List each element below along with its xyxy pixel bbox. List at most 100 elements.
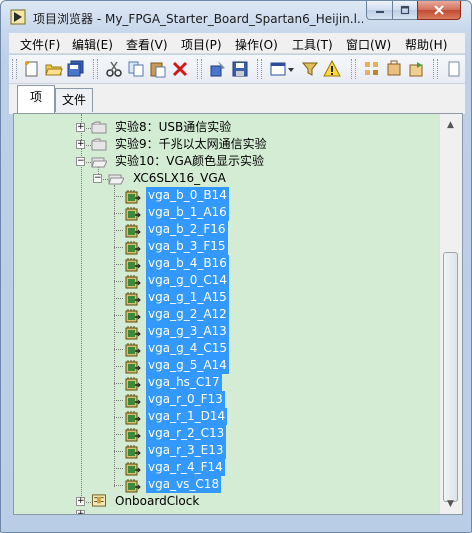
menu-tools[interactable]: 工具(T) bbox=[292, 36, 333, 53]
clock-icon bbox=[92, 494, 106, 507]
toolbar-grip[interactable] bbox=[351, 59, 356, 79]
tree-item-pin[interactable]: vga_g_0_C14 bbox=[114, 272, 254, 289]
warning-icon[interactable] bbox=[323, 60, 341, 78]
project-tree[interactable]: + 实验8：USB通信实验 + 实验9：千兆以太网通信实验 − 实验10：VGA… bbox=[14, 114, 439, 514]
tree-item-pin[interactable]: vga_vs_C18 bbox=[114, 476, 254, 493]
collapse-minus-icon[interactable]: − bbox=[76, 157, 85, 166]
fpga-io-pin-icon bbox=[125, 377, 141, 391]
tree-item-pin[interactable]: vga_g_3_A13 bbox=[114, 323, 254, 340]
scroll-down-arrow-icon[interactable]: ▼ bbox=[442, 495, 459, 512]
tree-item-label: 实验10：VGA颜色显示实验 bbox=[115, 154, 264, 168]
tree-item-onboard-clock[interactable]: + OnboardClock bbox=[76, 493, 276, 510]
tree-item-cutoff[interactable]: + bbox=[76, 510, 276, 514]
page-icon[interactable] bbox=[445, 60, 463, 78]
menu-project[interactable]: 项目(P) bbox=[181, 36, 222, 53]
maximize-icon bbox=[400, 5, 410, 15]
tree-item-pin[interactable]: vga_r_2_C13 bbox=[114, 425, 254, 442]
tree-item-pin[interactable]: vga_r_1_D14 bbox=[114, 408, 254, 425]
tree-item-pin[interactable]: vga_b_0_B14 bbox=[114, 187, 254, 204]
scroll-thumb[interactable] bbox=[443, 252, 458, 502]
cut-icon[interactable] bbox=[105, 60, 123, 78]
tree-item-pin[interactable]: vga_r_4_F14 bbox=[114, 459, 254, 476]
paste-icon[interactable] bbox=[149, 60, 167, 78]
tab-files[interactable]: 文件 bbox=[55, 88, 93, 112]
tree-item-pin[interactable]: vga_r_3_E13 bbox=[114, 442, 254, 459]
filter-icon[interactable] bbox=[301, 60, 319, 78]
build-icon[interactable] bbox=[209, 60, 227, 78]
tools-icon[interactable] bbox=[363, 60, 381, 78]
menu-edit[interactable]: 编辑(E) bbox=[72, 36, 113, 53]
tree-connector-line bbox=[114, 298, 123, 299]
new-icon[interactable] bbox=[23, 60, 41, 78]
project-tree-panel: + 实验8：USB通信实验 + 实验9：千兆以太网通信实验 − 实验10：VGA… bbox=[13, 113, 463, 515]
tree-item-label: 实验8：USB通信实验 bbox=[115, 120, 232, 134]
tree-item-lab10[interactable]: − 实验10：VGA颜色显示实验 bbox=[76, 153, 336, 170]
scroll-up-arrow-icon[interactable]: ▲ bbox=[442, 116, 459, 133]
tree-item-label: vga_r_0_F13 bbox=[146, 391, 225, 408]
tree-item-pin[interactable]: vga_g_5_A14 bbox=[114, 357, 254, 374]
fpga-io-pin-icon bbox=[125, 462, 141, 476]
fpga-io-pin-icon bbox=[125, 394, 141, 408]
fpga-io-pin-icon bbox=[125, 360, 141, 374]
toolbar bbox=[9, 55, 465, 84]
toolbar-grip[interactable] bbox=[433, 59, 438, 79]
view-icon[interactable] bbox=[269, 60, 287, 78]
tree-connector-line bbox=[114, 434, 123, 435]
arrange-icon[interactable] bbox=[385, 60, 403, 78]
expand-plus-icon[interactable]: + bbox=[76, 123, 85, 132]
copy-icon[interactable] bbox=[127, 60, 145, 78]
maximize-button[interactable] bbox=[392, 1, 418, 20]
minimize-button[interactable] bbox=[366, 1, 393, 20]
collapse-minus-icon[interactable]: − bbox=[93, 174, 102, 183]
expand-plus-icon[interactable]: + bbox=[76, 497, 85, 506]
close-button[interactable] bbox=[417, 1, 461, 20]
tree-connector-line bbox=[114, 366, 123, 367]
fpga-io-pin-icon bbox=[125, 445, 141, 459]
tree-item-pin[interactable]: vga_g_1_A15 bbox=[114, 289, 254, 306]
dropdown-arrow-icon[interactable] bbox=[287, 60, 295, 78]
save-icon[interactable] bbox=[231, 60, 249, 78]
tree-connector-line bbox=[114, 332, 123, 333]
tree-item-pin[interactable]: vga_b_2_F16 bbox=[114, 221, 254, 238]
fpga-io-pin-icon bbox=[125, 411, 141, 425]
menu-view[interactable]: 查看(V) bbox=[126, 36, 168, 53]
refresh-icon[interactable] bbox=[407, 60, 425, 78]
toolbar-grip[interactable] bbox=[257, 59, 262, 79]
save-all-icon[interactable] bbox=[67, 60, 85, 78]
menu-operate[interactable]: 操作(O) bbox=[235, 36, 278, 53]
tree-connector-line bbox=[114, 230, 123, 231]
menu-file[interactable]: 文件(F) bbox=[20, 36, 60, 53]
tab-items[interactable]: 项 bbox=[17, 85, 55, 114]
toolbar-grip[interactable] bbox=[12, 59, 17, 79]
expand-plus-icon[interactable]: + bbox=[76, 140, 85, 149]
tree-item-pin[interactable]: vga_r_0_F13 bbox=[114, 391, 254, 408]
expand-plus-icon[interactable]: + bbox=[76, 510, 85, 514]
delete-icon[interactable] bbox=[171, 60, 189, 78]
folder-open-icon bbox=[91, 157, 107, 168]
tree-item-pin[interactable]: vga_hs_C17 bbox=[114, 374, 254, 391]
fpga-io-pin-icon bbox=[125, 275, 141, 289]
tree-item-label: vga_b_4_B16 bbox=[146, 255, 229, 272]
title-bar[interactable]: 项目浏览器 - My_FPGA_Starter_Board_Spartan6_H… bbox=[1, 1, 471, 31]
tree-item-label: vga_hs_C17 bbox=[146, 374, 222, 391]
tab-strip: 项 文件 bbox=[9, 84, 465, 114]
menu-help[interactable]: 帮助(H) bbox=[405, 36, 447, 53]
menu-window[interactable]: 窗口(W) bbox=[346, 36, 391, 53]
tree-item-pin[interactable]: vga_b_4_B16 bbox=[114, 255, 254, 272]
tree-connector-line bbox=[114, 400, 123, 401]
tree-item-pin[interactable]: vga_b_1_A16 bbox=[114, 204, 254, 221]
tree-item-label: vga_r_1_D14 bbox=[146, 408, 228, 425]
tree-item-pin[interactable]: vga_g_2_A12 bbox=[114, 306, 254, 323]
tree-item-lab8[interactable]: + 实验8：USB通信实验 bbox=[76, 119, 316, 136]
toolbar-grip[interactable] bbox=[93, 59, 98, 79]
window-title: 项目浏览器 - My_FPGA_Starter_Board_Spartan6_H… bbox=[33, 12, 363, 26]
open-icon[interactable] bbox=[45, 60, 63, 78]
tree-item-pin[interactable]: vga_b_3_F15 bbox=[114, 238, 254, 255]
toolbar-grip[interactable] bbox=[197, 59, 202, 79]
tree-item-lab9[interactable]: + 实验9：千兆以太网通信实验 bbox=[76, 136, 336, 153]
tree-item-fpga-target[interactable]: − XC6SLX16_VGA bbox=[93, 170, 293, 187]
tree-item-label: vga_b_2_F16 bbox=[146, 221, 228, 238]
window-frame: 项目浏览器 - My_FPGA_Starter_Board_Spartan6_H… bbox=[0, 0, 472, 533]
vertical-scrollbar[interactable]: ▲ ▼ bbox=[439, 114, 462, 514]
tree-item-pin[interactable]: vga_g_4_C15 bbox=[114, 340, 254, 357]
